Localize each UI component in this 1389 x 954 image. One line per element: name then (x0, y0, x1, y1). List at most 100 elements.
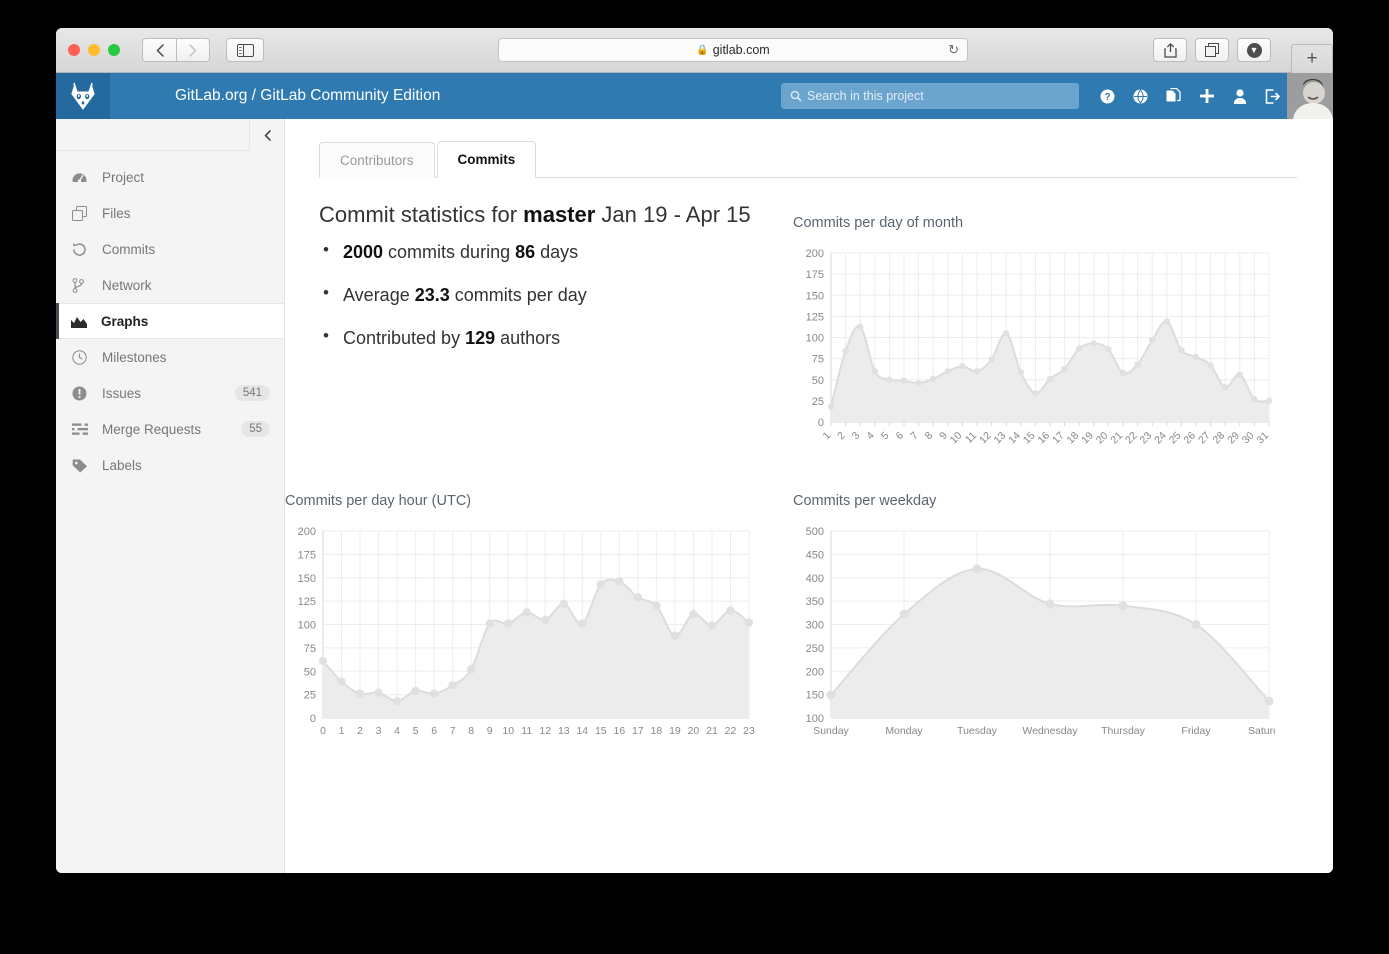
svg-text:175: 175 (298, 549, 316, 561)
svg-text:Sunday: Sunday (813, 725, 849, 737)
project-title: GitLab.org / GitLab Community Edition (175, 87, 440, 105)
svg-text:?: ? (1104, 92, 1110, 103)
chart-svg-month: 0255075100125150175200123456789101112131… (793, 245, 1275, 460)
svg-text:21: 21 (706, 725, 718, 737)
stat-value-authors: 129 (465, 328, 495, 348)
svg-text:23: 23 (743, 725, 755, 737)
tab-contributors[interactable]: Contributors (319, 142, 435, 178)
svg-text:12: 12 (539, 725, 551, 737)
svg-text:7: 7 (908, 430, 921, 443)
gitlab-tanuki-logo[interactable] (56, 73, 110, 119)
sidebar-item-label: Project (102, 170, 144, 185)
svg-text:13: 13 (558, 725, 570, 737)
svg-text:8: 8 (923, 430, 936, 443)
svg-text:75: 75 (304, 643, 316, 655)
reload-icon[interactable]: ↻ (948, 42, 959, 58)
public-globe-icon[interactable] (1124, 73, 1157, 119)
lock-icon: 🔒 (696, 45, 708, 56)
sidebar-item-label: Merge Requests (102, 422, 201, 437)
tab-commits[interactable]: Commits (437, 141, 537, 178)
svg-text:9: 9 (937, 430, 950, 443)
downloads-button[interactable]: ▼ (1237, 38, 1271, 62)
back-button[interactable] (142, 38, 176, 62)
search-input[interactable]: Search in this project (781, 83, 1079, 109)
sidebar-item-label: Network (102, 278, 152, 293)
svg-text:350: 350 (806, 596, 824, 608)
close-window-button[interactable] (68, 44, 80, 56)
status-badge: 541 (235, 385, 270, 401)
clock-icon (72, 350, 102, 365)
plus-icon[interactable] (1190, 73, 1223, 119)
svg-text:50: 50 (812, 375, 824, 387)
help-icon[interactable]: ? (1091, 73, 1124, 119)
branch-icon (72, 278, 102, 293)
sidebar-item-label: Graphs (101, 314, 148, 329)
sidebar-item-label: Milestones (102, 350, 167, 365)
svg-text:14: 14 (576, 725, 588, 737)
stat-value-commits: 2000 (343, 242, 383, 262)
svg-text:1: 1 (821, 430, 834, 443)
svg-text:7: 7 (450, 725, 456, 737)
sidebar-item-graphs[interactable]: Graphs (56, 303, 284, 339)
search-icon (790, 90, 802, 102)
dashboard-icon (72, 170, 102, 184)
svg-text:5: 5 (879, 430, 892, 443)
navbar-icons: ? (1091, 73, 1289, 119)
sidebar-item-files[interactable]: Files (56, 195, 284, 231)
chart-commits-per-day-hour: Commits per day hour (UTC) 0255075100125… (285, 493, 755, 755)
svg-text:125: 125 (806, 311, 824, 323)
svg-text:2: 2 (835, 430, 848, 443)
history-icon (72, 242, 102, 257)
chart-svg-week: 100150200250300350400450500SundayMondayT… (793, 523, 1275, 748)
svg-text:Saturday: Saturday (1248, 725, 1275, 737)
sidebar-item-label: Labels (102, 458, 142, 473)
sidebar-item-project[interactable]: Project (56, 159, 284, 195)
maximize-window-button[interactable] (108, 44, 120, 56)
svg-text:10: 10 (502, 725, 514, 737)
navigation-buttons (142, 38, 210, 62)
chart-title: Commits per weekday (793, 493, 1275, 509)
address-bar[interactable]: 🔒 gitlab.com ↻ (498, 38, 968, 62)
share-button[interactable] (1153, 38, 1187, 62)
download-arrow-icon: ▼ (1247, 43, 1262, 58)
chart-commits-per-weekday: Commits per weekday 10015020025030035040… (793, 493, 1275, 755)
sidebar-item-label: Issues (102, 386, 141, 401)
exclamation-icon (72, 386, 102, 401)
sidebar-collapse-bar (56, 119, 284, 151)
sidebar-item-issues[interactable]: Issues 541 (56, 375, 284, 411)
svg-text:150: 150 (806, 690, 824, 702)
sidebar-item-commits[interactable]: Commits (56, 231, 284, 267)
svg-text:0: 0 (310, 713, 316, 725)
svg-text:16: 16 (614, 725, 626, 737)
new-tab-button[interactable]: + (1291, 44, 1333, 73)
chart-commits-per-day-of-month: Commits per day of month 025507510012515… (793, 215, 1275, 467)
sidebar-item-merge-requests[interactable]: Merge Requests 55 (56, 411, 284, 447)
chart-svg-hour: 0255075100125150175200012345678910111213… (285, 523, 755, 748)
sidebar-collapse-button[interactable] (249, 119, 284, 151)
svg-text:20: 20 (688, 725, 700, 737)
svg-text:175: 175 (806, 269, 824, 281)
svg-text:450: 450 (806, 549, 824, 561)
sidebar-item-labels[interactable]: Labels (56, 447, 284, 483)
minimize-window-button[interactable] (88, 44, 100, 56)
sidebar-item-milestones[interactable]: Milestones (56, 339, 284, 375)
svg-text:22: 22 (725, 725, 737, 737)
svg-text:100: 100 (298, 620, 316, 632)
sidebar-toggle-button[interactable] (226, 38, 264, 62)
heading-suffix: Jan 19 - Apr 15 (595, 202, 750, 227)
sidebar-item-network[interactable]: Network (56, 267, 284, 303)
user-avatar[interactable] (1287, 73, 1333, 119)
svg-text:4: 4 (864, 430, 877, 443)
svg-text:150: 150 (298, 573, 316, 585)
svg-text:250: 250 (806, 643, 824, 655)
sign-out-icon[interactable] (1256, 73, 1289, 119)
toolbar-right-buttons: ▼ (1153, 38, 1271, 62)
new-file-icon[interactable] (1157, 73, 1190, 119)
user-icon[interactable] (1223, 73, 1256, 119)
svg-text:19: 19 (669, 725, 681, 737)
svg-text:4: 4 (394, 725, 400, 737)
forward-button[interactable] (176, 38, 210, 62)
sidebar-item-label: Files (102, 206, 131, 221)
svg-text:0: 0 (818, 417, 824, 429)
tab-overview-button[interactable] (1195, 38, 1229, 62)
